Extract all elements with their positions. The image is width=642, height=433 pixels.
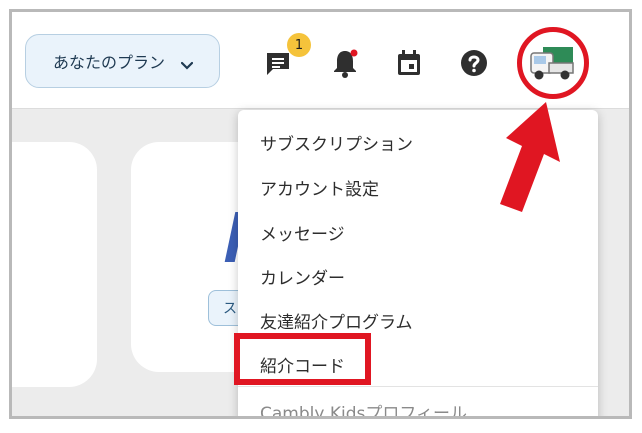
menu-item-subscription[interactable]: サブスクリプション — [260, 130, 413, 155]
menu-divider — [238, 386, 598, 387]
bell-icon[interactable] — [330, 47, 360, 83]
menu-item-messages[interactable]: メッセージ — [260, 220, 345, 245]
chevron-down-icon — [180, 56, 194, 75]
menu-item-referral-program[interactable]: 友達紹介プログラム — [260, 308, 413, 333]
help-icon[interactable] — [459, 48, 489, 82]
background-card-left — [12, 142, 97, 387]
truck-avatar — [530, 47, 574, 80]
plan-button-label: あなたのプラン — [53, 53, 166, 72]
menu-item-calendar[interactable]: カレンダー — [260, 264, 345, 289]
calendar-icon[interactable] — [394, 48, 424, 82]
notification-count-badge: 1 — [287, 33, 311, 57]
background-card-pill-text: ス — [223, 301, 237, 317]
notification-dot — [350, 49, 358, 57]
profile-avatar-button[interactable] — [517, 27, 589, 99]
top-header: あなたのプラン 1 — [12, 12, 629, 109]
chat-icon[interactable] — [263, 49, 293, 83]
menu-item-account-settings[interactable]: アカウント設定 — [260, 175, 379, 200]
menu-item-cambly-kids-profile[interactable]: Cambly Kidsプロフィール — [260, 399, 467, 416]
red-arrow-annotation — [500, 102, 560, 212]
plan-dropdown-button[interactable]: あなたのプラン — [25, 34, 220, 88]
menu-item-referral-code[interactable]: 紹介コード — [260, 352, 345, 377]
